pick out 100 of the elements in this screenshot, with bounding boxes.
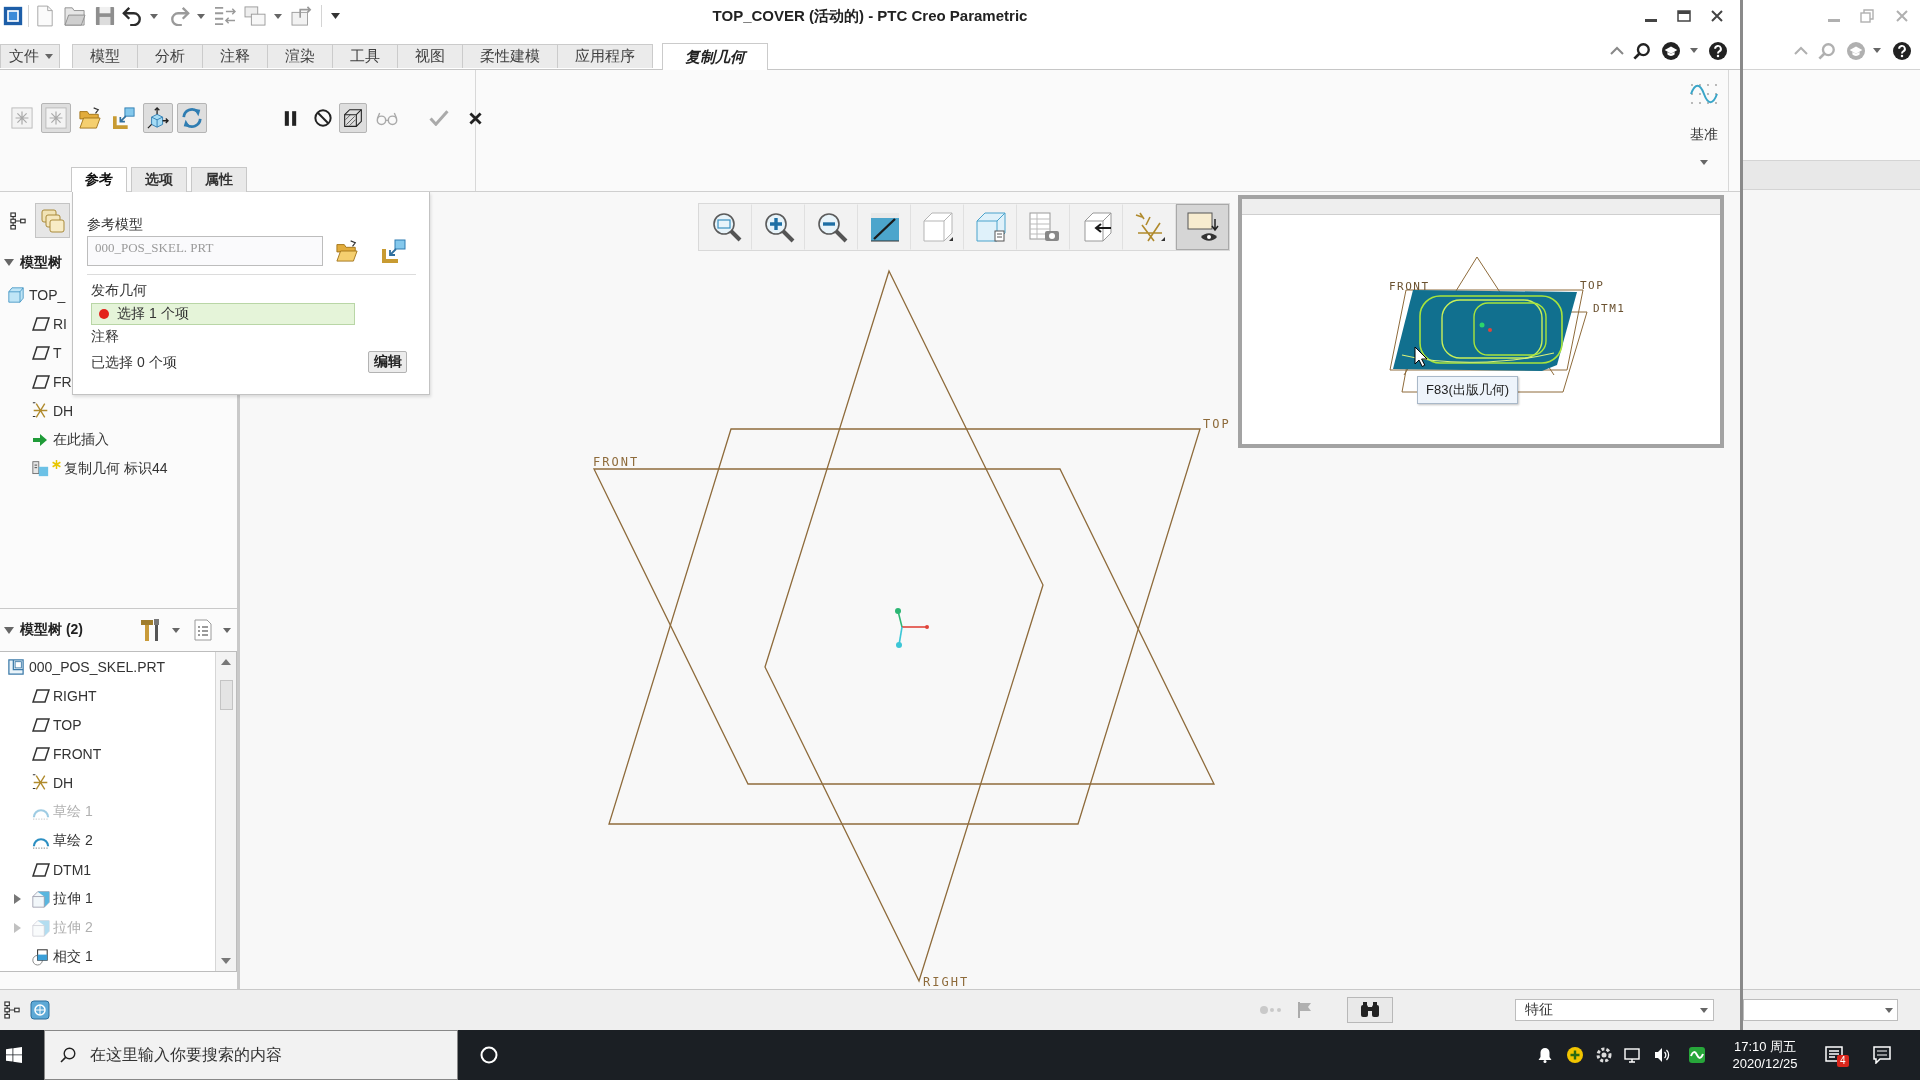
tree-item[interactable]: T <box>32 338 62 367</box>
tree-item[interactable]: 000_POS_SKEL.PRT <box>8 652 165 681</box>
glasses-icon <box>376 110 398 126</box>
corner-arrow-icon <box>113 107 135 129</box>
plane-icon <box>32 688 50 703</box>
chevron-up-icon[interactable] <box>1610 46 1624 55</box>
filter-dropdown[interactable]: 特征 <box>1515 999 1714 1021</box>
sine-wave-icon[interactable] <box>1689 82 1719 106</box>
ribbon-tab[interactable]: 柔性建模 <box>463 44 558 68</box>
tree-icon[interactable] <box>4 1001 20 1019</box>
clock-date[interactable]: 2020/12/25 <box>1732 1055 1798 1072</box>
search-field[interactable]: 在这里输入你要搜索的内容 <box>44 1030 458 1080</box>
ribbon-tab[interactable]: 渲染 <box>268 44 333 68</box>
caret-icon[interactable] <box>150 13 158 19</box>
search-icon <box>60 1047 76 1063</box>
action-center-icon[interactable] <box>1873 1046 1891 1064</box>
plus-badge-icon[interactable] <box>1567 1047 1583 1063</box>
corner-arrow-icon[interactable] <box>382 239 406 263</box>
tree-item[interactable]: 相交 1 <box>32 942 93 971</box>
file-menu-tab[interactable]: 文件 <box>0 44 60 68</box>
redo-icon[interactable] <box>170 6 190 26</box>
tree-item[interactable]: 复制几何 标识44 <box>32 454 168 483</box>
preview-button[interactable] <box>339 103 367 133</box>
checkmark-icon <box>429 110 449 126</box>
open-folder-icon[interactable] <box>336 240 358 262</box>
nested-squares-icon <box>8 658 24 675</box>
save-icon[interactable] <box>95 6 115 26</box>
tree-item[interactable]: 草绘 2 <box>32 826 93 855</box>
graduation-cap-icon[interactable] <box>1662 41 1680 60</box>
monitor-icon[interactable] <box>1624 1047 1640 1063</box>
help-icon[interactable] <box>1893 41 1911 60</box>
maximize-icon[interactable] <box>1677 10 1691 22</box>
caret-icon[interactable] <box>197 13 205 19</box>
caret-icon[interactable] <box>1690 48 1698 53</box>
ribbon-tab[interactable]: 视图 <box>398 44 463 68</box>
tree-item[interactable]: TOP_ <box>8 280 66 309</box>
caret-icon[interactable] <box>1873 48 1881 53</box>
find-button[interactable] <box>1347 997 1393 1023</box>
help-icon[interactable] <box>1709 41 1727 60</box>
geometry-collector[interactable]: 选择 1 个项 <box>91 303 355 325</box>
dashboard-tab[interactable]: 选项 <box>131 167 187 192</box>
dashboard-tab[interactable]: 属性 <box>191 167 247 192</box>
tree-item[interactable]: TOP <box>32 710 82 739</box>
tree-item[interactable]: DTM1 <box>32 855 92 884</box>
app-logo-icon[interactable] <box>3 6 23 26</box>
window-arrow-icon[interactable] <box>291 6 313 26</box>
crosshair-tile-icon[interactable] <box>30 1000 50 1020</box>
speaker-icon[interactable] <box>1654 1047 1670 1063</box>
wave-tile-icon[interactable] <box>1689 1047 1705 1063</box>
edit-button[interactable]: 编辑 <box>368 351 407 373</box>
search-icon[interactable] <box>1633 41 1651 60</box>
tree-item[interactable]: RI <box>32 309 67 338</box>
ribbon-tab[interactable]: 复制几何 <box>662 43 768 70</box>
windows-logo-icon[interactable] <box>6 1047 22 1063</box>
scroll-up-arrow-icon[interactable] <box>221 659 231 665</box>
tree-item[interactable]: DH <box>32 396 74 425</box>
ribbon-tab[interactable]: 模型 <box>72 44 138 68</box>
dashboard-tab[interactable]: 参考 <box>71 167 127 192</box>
caret-icon[interactable] <box>223 627 231 633</box>
tree-item[interactable]: 在此插入 <box>32 425 109 454</box>
transform-button[interactable] <box>143 103 173 133</box>
collapse-triangle-icon[interactable] <box>4 259 14 266</box>
ribbon-tab[interactable]: 应用程序 <box>558 44 653 68</box>
list-icon[interactable] <box>194 619 212 641</box>
caret-icon[interactable] <box>172 627 180 633</box>
ring-icon[interactable] <box>480 1046 498 1064</box>
minimize-icon[interactable] <box>1645 18 1657 22</box>
close-icon[interactable] <box>1711 10 1723 22</box>
tree-item[interactable]: FR <box>32 367 72 396</box>
caret-icon[interactable] <box>1700 160 1708 165</box>
tree-item[interactable]: FRONT <box>32 739 102 768</box>
gear-icon[interactable] <box>1596 1047 1612 1063</box>
annotation-display-button[interactable] <box>1176 204 1229 250</box>
ribbon-tab[interactable]: 注释 <box>203 44 268 68</box>
slashed-square-icon <box>868 211 901 243</box>
table-camera-icon <box>1027 211 1060 243</box>
bell-icon[interactable] <box>1538 1047 1552 1063</box>
undo-icon[interactable] <box>122 6 142 26</box>
notification-badge: 4 <box>1837 1055 1849 1067</box>
collapse-triangle-icon[interactable] <box>4 626 14 634</box>
datum-label: DTM1 <box>1593 302 1626 315</box>
clock-time[interactable]: 17:10 周五 <box>1733 1038 1797 1055</box>
datum-lines-icon <box>1133 211 1166 243</box>
ribbon-tab[interactable]: 工具 <box>333 44 398 68</box>
scroll-down-arrow-icon[interactable] <box>221 958 231 964</box>
tree-item[interactable]: RIGHT <box>32 681 97 710</box>
hammer-screwdriver-icon[interactable] <box>140 618 160 642</box>
scrollbar-thumb[interactable] <box>219 680 233 710</box>
ribbon-tab[interactable]: 分析 <box>138 44 203 68</box>
caret-icon[interactable] <box>274 13 282 19</box>
cube-icon <box>8 286 24 303</box>
tree-item[interactable]: DH <box>32 768 74 797</box>
list-arrows-icon[interactable] <box>214 6 236 26</box>
open-folder-icon[interactable] <box>64 6 86 26</box>
tree-item[interactable]: 拉伸 1 <box>14 884 93 913</box>
expand-triangle-icon[interactable] <box>14 893 21 904</box>
field-label: 参考模型 <box>87 215 143 233</box>
frame-eye-icon <box>1186 211 1219 243</box>
caret-icon[interactable] <box>331 13 340 19</box>
update-button[interactable] <box>177 103 207 133</box>
